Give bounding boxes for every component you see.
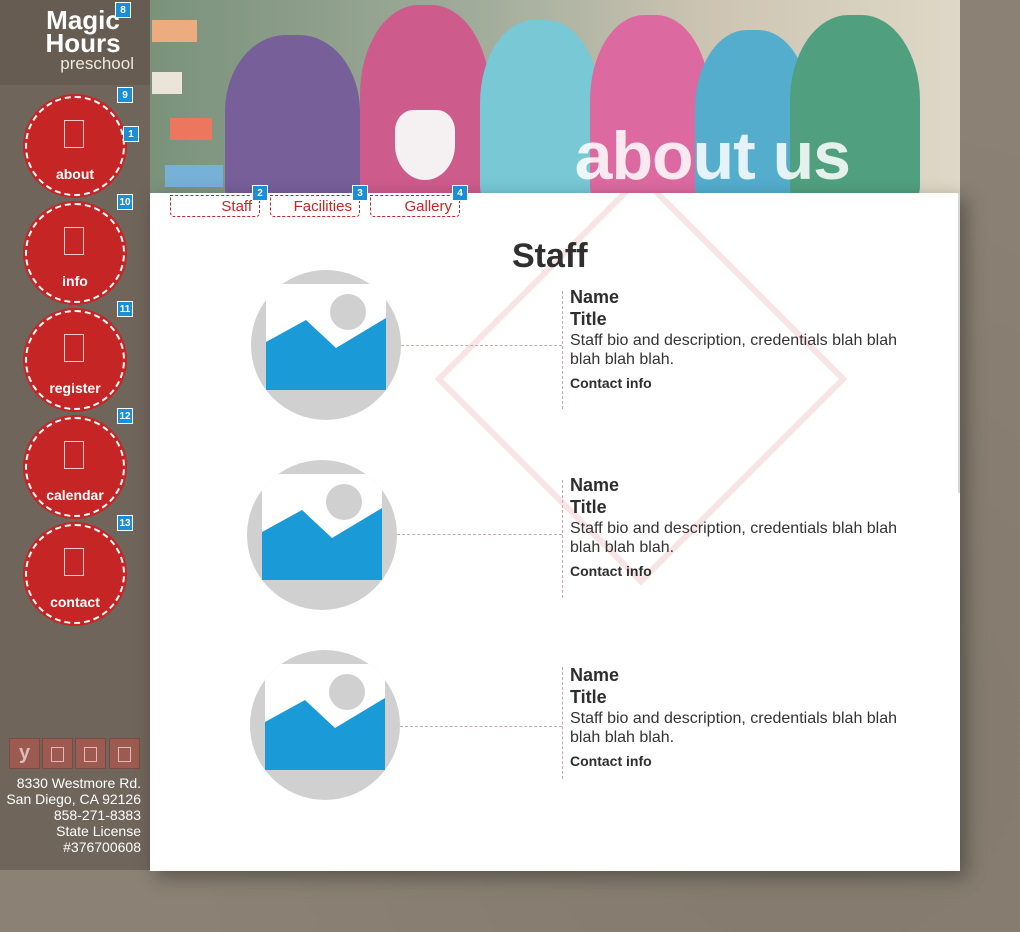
divider-line (562, 291, 563, 409)
nav-contact-label: contact (50, 594, 100, 610)
connector-line (400, 726, 562, 727)
staff-photo (251, 270, 401, 420)
nav-calendar-button[interactable]: calendar (25, 417, 125, 517)
staff-contact-link[interactable]: Contact info (570, 753, 652, 769)
nav-about-button[interactable]: about (25, 96, 125, 196)
yelp-icon: y (18, 742, 31, 764)
connector-line (397, 534, 562, 535)
tab-gallery[interactable]: Gallery (370, 195, 460, 217)
hero-title: about us (574, 118, 851, 193)
staff-contact-link[interactable]: Contact info (570, 375, 652, 391)
marker-badge: 13 (117, 515, 133, 531)
address-block: 8330 Westmore Rd. San Diego, CA 92126 85… (0, 775, 141, 855)
nav-info-label: info (62, 273, 88, 289)
logo-line-preschool: preschool (60, 54, 134, 73)
nav-calendar-label: calendar (46, 487, 104, 503)
staff-name: Name (570, 665, 620, 685)
instagram-link[interactable] (109, 738, 140, 769)
nav-about-label: about (55, 166, 95, 182)
page-title: Staff (512, 237, 588, 275)
divider-line (562, 480, 563, 598)
marker-badge: 10 (117, 194, 133, 210)
yelp-link[interactable]: y (9, 738, 40, 769)
nav-contact-button[interactable]: contact (25, 524, 125, 624)
scrollbar[interactable] (958, 193, 960, 493)
hero-photo: about us (150, 0, 960, 193)
twitter-link[interactable] (75, 738, 106, 769)
address-street: 8330 Westmore Rd. (16, 775, 141, 791)
address-license-number: #376700608 (63, 839, 141, 855)
image-placeholder-icon (265, 664, 385, 770)
facebook-icon (51, 747, 64, 762)
instagram-icon (118, 747, 131, 762)
calendar-icon (64, 441, 84, 469)
image-placeholder-icon (262, 474, 382, 580)
facebook-link[interactable] (42, 738, 73, 769)
staff-name: Name (570, 287, 620, 307)
address-city: San Diego, CA 92126 (6, 791, 141, 807)
staff-title: Title (570, 309, 607, 329)
staff-bio: Staff bio and description, credentials b… (570, 520, 898, 556)
image-placeholder-icon (266, 284, 386, 390)
main-content: Staff Facilities Gallery Staff Name Titl… (150, 193, 960, 871)
marker-badge: 8 (115, 2, 131, 18)
staff-title: Title (570, 687, 607, 707)
contact-icon (64, 548, 84, 576)
staff-title: Title (570, 497, 607, 517)
marker-badge: 11 (117, 301, 133, 317)
staff-photo (247, 460, 397, 610)
staff-name: Name (570, 475, 620, 495)
info-icon (64, 227, 84, 255)
staff-bio: Staff bio and description, credentials b… (570, 332, 898, 368)
marker-badge: 1 (123, 126, 139, 142)
about-icon (64, 120, 84, 148)
nav-info-button[interactable]: info (25, 203, 125, 303)
marker-badge: 3 (352, 185, 368, 201)
twitter-icon (84, 747, 97, 762)
marker-badge: 9 (117, 87, 133, 103)
tab-staff[interactable]: Staff (170, 195, 260, 217)
staff-bio: Staff bio and description, credentials b… (570, 710, 898, 746)
divider-line (562, 667, 563, 779)
staff-photo (250, 650, 400, 800)
marker-badge: 2 (252, 185, 268, 201)
marker-badge: 12 (117, 408, 133, 424)
nav-register-label: register (49, 380, 101, 396)
connector-line (401, 345, 562, 346)
address-license-label: State License (56, 823, 141, 839)
nav-register-button[interactable]: register (25, 310, 125, 410)
marker-badge: 4 (452, 185, 468, 201)
register-icon (64, 334, 84, 362)
logo-line-hours: Hours (45, 28, 121, 58)
staff-contact-link[interactable]: Contact info (570, 563, 652, 579)
address-phone: 858-271-8383 (53, 807, 141, 823)
tab-facilities[interactable]: Facilities (270, 195, 360, 217)
